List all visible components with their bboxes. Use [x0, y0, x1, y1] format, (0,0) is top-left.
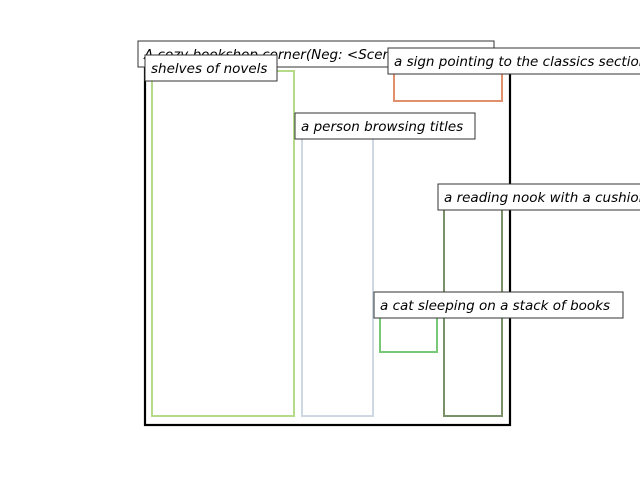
region-label-cat-text: a cat sleeping on a stack of books — [380, 298, 610, 314]
layout-diagram: A cozy bookshop corner(Neg: <Scene Four … — [137, 40, 640, 427]
region-box-person — [301, 134, 374, 417]
region-label-sign-text: a sign pointing to the classics section — [394, 54, 640, 70]
region-label-shelves: shelves of novels — [144, 54, 278, 82]
region-label-person-text: a person browsing titles — [301, 119, 463, 135]
region-label-shelves-text: shelves of novels — [151, 61, 267, 77]
region-label-nook-text: a reading nook with a cushioned chair — [444, 190, 640, 206]
region-box-shelves — [151, 70, 295, 417]
region-label-sign: a sign pointing to the classics section — [387, 47, 640, 75]
region-label-person: a person browsing titles — [294, 112, 476, 140]
region-label-cat: a cat sleeping on a stack of books — [373, 291, 624, 319]
scene-frame — [143, 53, 512, 427]
region-label-nook: a reading nook with a cushioned chair — [437, 183, 640, 211]
